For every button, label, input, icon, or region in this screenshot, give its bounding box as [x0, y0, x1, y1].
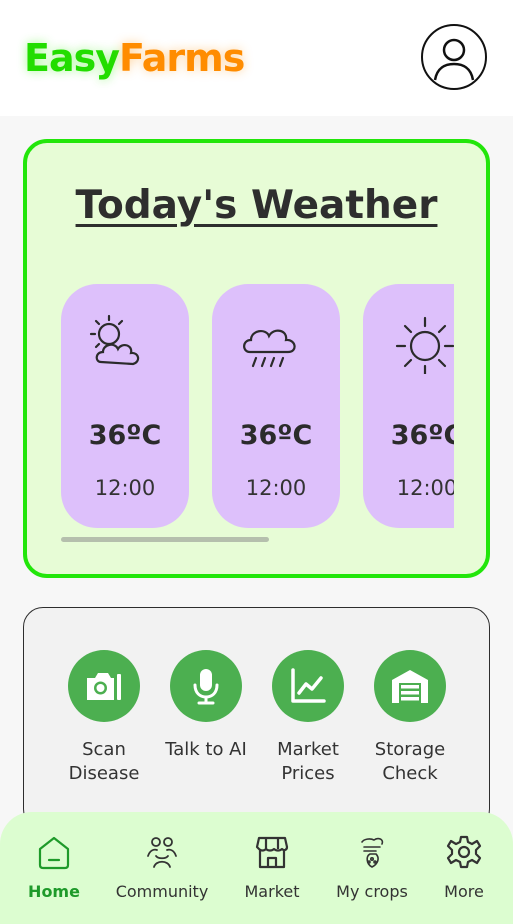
scan-disease-circle[interactable]	[68, 650, 140, 722]
forecast-time: 12:00	[396, 476, 454, 500]
nav-item-my-crops[interactable]: My crops	[330, 834, 414, 904]
weather-title: Today's Weather	[75, 183, 438, 228]
weather-card: Today's Weather 36ºC 12:00 36ºC 12:00 36…	[23, 139, 490, 578]
forecast-temp: 36ºC	[239, 420, 313, 451]
nav-label-community: Community	[115, 882, 209, 901]
rain-cloud-icon	[243, 329, 296, 368]
app-header: EasyFarms	[0, 0, 513, 116]
forecast-scrollbar[interactable]	[61, 537, 269, 542]
scan-disease-label: Scan Disease	[68, 739, 140, 784]
nav-item-home[interactable]: Home	[20, 834, 88, 904]
user-avatar-graphic	[433, 38, 475, 81]
storage-check-circle[interactable]	[374, 650, 446, 722]
nav-label-more: More	[444, 882, 484, 901]
camera-icon	[87, 673, 121, 700]
nav-label-market: Market	[244, 882, 300, 901]
chart-icon	[291, 668, 326, 703]
quick-actions-panel: Scan Disease Talk to AI Market Prices St…	[23, 607, 490, 829]
warehouse-icon	[392, 670, 428, 703]
microphone-icon	[193, 669, 219, 705]
forecast-temp: 36ºC	[390, 420, 454, 451]
talk-to-ai-label: Talk to AI	[165, 739, 247, 760]
bottom-nav: Home Community Market My crops More	[0, 812, 513, 924]
partly-cloudy-icon	[89, 314, 140, 366]
app-logo: EasyFarms	[24, 36, 245, 80]
market-prices-circle[interactable]	[272, 650, 344, 722]
logo-easy: Easy	[24, 36, 120, 80]
store-icon	[255, 836, 289, 869]
home-icon	[38, 836, 70, 870]
nav-item-community[interactable]: Community	[108, 834, 216, 904]
crops-icon	[361, 837, 384, 868]
nav-item-more[interactable]: More	[436, 834, 492, 904]
market-prices-label: Market Prices	[277, 739, 339, 784]
forecast-card[interactable]: 36ºC 12:00	[212, 284, 340, 528]
community-icon	[147, 837, 177, 868]
gear-icon	[446, 835, 482, 869]
logo-farms: Farms	[119, 36, 245, 80]
user-circle-icon[interactable]	[421, 24, 487, 90]
storage-check-label: Storage Check	[374, 739, 446, 784]
forecast-temp: 36ºC	[88, 420, 162, 451]
forecast-time: 12:00	[94, 476, 156, 500]
nav-label-my-crops: My crops	[336, 882, 408, 901]
forecast-time: 12:00	[245, 476, 307, 500]
forecast-scroller[interactable]: 36ºC 12:00 36ºC 12:00 36ºC 12:00	[61, 284, 454, 532]
forecast-card[interactable]: 36ºC 12:00	[61, 284, 189, 528]
forecast-card[interactable]: 36ºC 12:00	[363, 284, 454, 528]
nav-label-home: Home	[28, 882, 80, 901]
nav-item-market[interactable]: Market	[238, 834, 306, 904]
sun-icon	[395, 316, 454, 374]
talk-to-ai-circle[interactable]	[170, 650, 242, 722]
